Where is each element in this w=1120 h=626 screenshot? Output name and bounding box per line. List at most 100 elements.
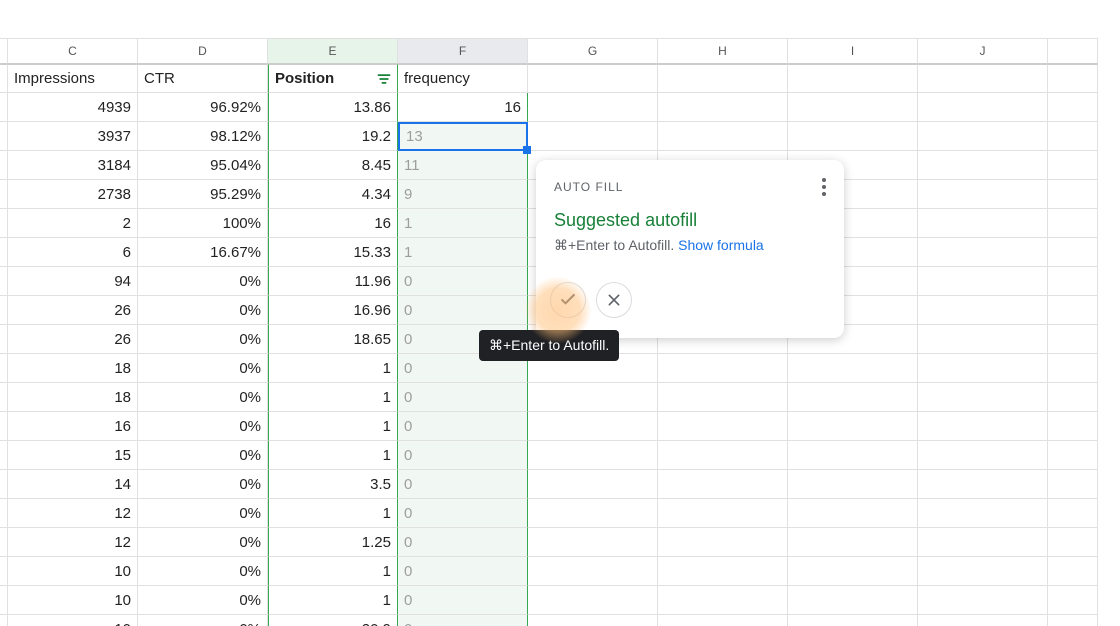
row-stub[interactable] (0, 93, 8, 122)
cell-f[interactable]: 0 (398, 499, 528, 528)
header-cell-position[interactable]: Position (268, 64, 398, 93)
cell-e[interactable]: 8.45 (268, 151, 398, 180)
accept-autofill-button[interactable] (550, 282, 586, 318)
cell-d[interactable]: 0% (138, 499, 268, 528)
cell-d[interactable]: 0% (138, 441, 268, 470)
cell-d[interactable]: 98.12% (138, 122, 268, 151)
row-stub[interactable] (0, 470, 8, 499)
empty-cell[interactable] (1048, 528, 1098, 557)
empty-cell[interactable] (918, 238, 1048, 267)
cell-f[interactable]: 0 (398, 615, 528, 626)
cell-d[interactable]: 0% (138, 383, 268, 412)
empty-cell[interactable] (918, 586, 1048, 615)
empty-cell[interactable] (658, 441, 788, 470)
empty-cell[interactable] (918, 557, 1048, 586)
column-header-overflow[interactable] (1048, 38, 1098, 64)
empty-cell[interactable] (528, 412, 658, 441)
cell-c[interactable]: 10 (8, 615, 138, 626)
show-formula-link[interactable]: Show formula (678, 237, 764, 253)
cell-c[interactable]: 15 (8, 441, 138, 470)
cell-e[interactable]: 1 (268, 557, 398, 586)
row-stub[interactable] (0, 615, 8, 626)
empty-cell[interactable] (918, 528, 1048, 557)
empty-cell[interactable] (1048, 615, 1098, 626)
row-stub[interactable] (0, 122, 8, 151)
empty-cell[interactable] (788, 354, 918, 383)
cell-d[interactable]: 95.04% (138, 151, 268, 180)
cell-e[interactable]: 16 (268, 209, 398, 238)
cell-e[interactable]: 1 (268, 499, 398, 528)
cell-c[interactable]: 18 (8, 383, 138, 412)
cell-e[interactable]: 20.9 (268, 615, 398, 626)
empty-cell[interactable] (788, 557, 918, 586)
row-stub[interactable] (0, 412, 8, 441)
cell-c[interactable]: 26 (8, 325, 138, 354)
cell-d[interactable]: 0% (138, 412, 268, 441)
empty-cell[interactable] (1048, 383, 1098, 412)
empty-cell[interactable] (658, 615, 788, 626)
cell-d[interactable]: 0% (138, 528, 268, 557)
empty-cell[interactable] (658, 412, 788, 441)
empty-cell[interactable] (918, 470, 1048, 499)
empty-cell[interactable] (918, 383, 1048, 412)
empty-cell[interactable] (1048, 470, 1098, 499)
cell-c[interactable]: 10 (8, 586, 138, 615)
row-stub[interactable] (0, 267, 8, 296)
column-header-h[interactable]: H (658, 38, 788, 64)
empty-cell[interactable] (918, 615, 1048, 626)
cell-d[interactable]: 0% (138, 470, 268, 499)
header-cell-ctr[interactable]: CTR (138, 64, 268, 93)
empty-cell[interactable] (658, 528, 788, 557)
cell-e[interactable]: 1.25 (268, 528, 398, 557)
empty-cell[interactable] (658, 354, 788, 383)
cell-d[interactable]: 100% (138, 209, 268, 238)
cell-c[interactable]: 26 (8, 296, 138, 325)
cell-e[interactable]: 15.33 (268, 238, 398, 267)
cell-e[interactable]: 18.65 (268, 325, 398, 354)
row-stub[interactable] (0, 296, 8, 325)
cell-c[interactable]: 12 (8, 499, 138, 528)
cell-c[interactable]: 3937 (8, 122, 138, 151)
cell-f[interactable]: 16 (398, 93, 528, 122)
cell-d[interactable]: 0% (138, 296, 268, 325)
column-header-g[interactable]: G (528, 38, 658, 64)
empty-cell[interactable] (1048, 151, 1098, 180)
header-cell-frequency[interactable]: frequency (398, 64, 528, 93)
empty-cell[interactable] (918, 209, 1048, 238)
cell-d[interactable]: 0% (138, 557, 268, 586)
empty-cell[interactable] (1048, 296, 1098, 325)
empty-cell[interactable] (918, 267, 1048, 296)
more-options-icon[interactable] (822, 178, 826, 196)
empty-cell[interactable] (1048, 499, 1098, 528)
row-stub[interactable] (0, 528, 8, 557)
row-stub[interactable] (0, 64, 8, 93)
cell-f[interactable]: 0 (398, 267, 528, 296)
empty-cell[interactable] (1048, 586, 1098, 615)
cell-c[interactable]: 6 (8, 238, 138, 267)
cell-d[interactable]: 95.29% (138, 180, 268, 209)
cell-c[interactable]: 14 (8, 470, 138, 499)
row-stub[interactable] (0, 499, 8, 528)
empty-cell[interactable] (658, 93, 788, 122)
row-stub[interactable] (0, 383, 8, 412)
empty-cell[interactable] (1048, 267, 1098, 296)
cell-f[interactable]: 0 (398, 528, 528, 557)
empty-cell[interactable] (658, 557, 788, 586)
cell-d[interactable]: 0% (138, 325, 268, 354)
empty-cell[interactable] (918, 325, 1048, 354)
empty-cell[interactable] (1048, 180, 1098, 209)
empty-cell[interactable] (918, 296, 1048, 325)
empty-cell[interactable] (788, 586, 918, 615)
empty-cell[interactable] (528, 615, 658, 626)
cell-c[interactable]: 94 (8, 267, 138, 296)
row-stub[interactable] (0, 238, 8, 267)
cell-d[interactable]: 0% (138, 267, 268, 296)
cell-d[interactable]: 0% (138, 586, 268, 615)
cell-e[interactable]: 3.5 (268, 470, 398, 499)
empty-cell[interactable] (788, 528, 918, 557)
cell-d[interactable]: 0% (138, 354, 268, 383)
cell-f[interactable]: 0 (398, 586, 528, 615)
header-cell-impressions[interactable]: Impressions (8, 64, 138, 93)
empty-cell[interactable] (528, 64, 658, 93)
empty-cell[interactable] (528, 557, 658, 586)
